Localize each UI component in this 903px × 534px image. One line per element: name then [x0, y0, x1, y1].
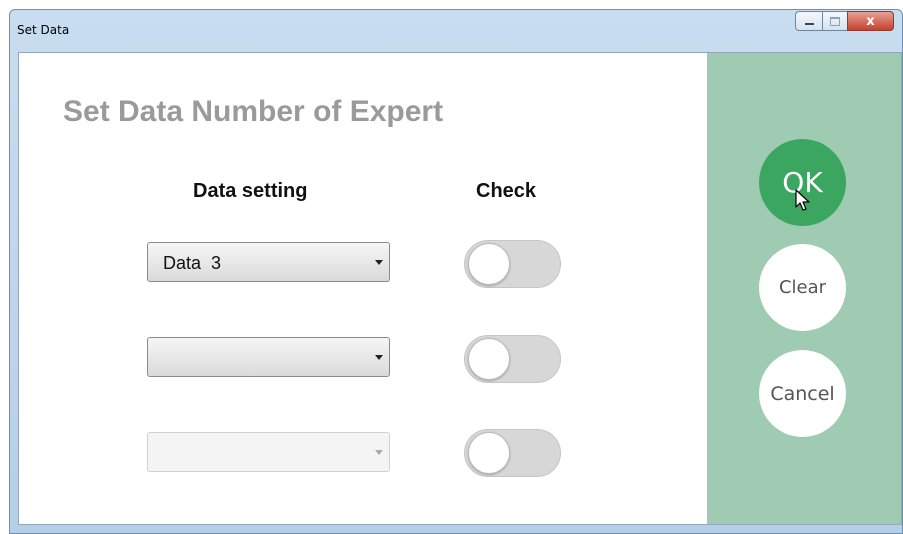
title-bar[interactable]: Set Data x — [10, 10, 902, 52]
toggle-knob — [468, 243, 510, 285]
toggle-knob — [468, 338, 510, 380]
minimize-button[interactable] — [795, 11, 822, 31]
data-setting-header: Data setting — [193, 180, 308, 202]
data-combo-2[interactable] — [147, 337, 390, 377]
dropdown-arrow-icon — [375, 355, 383, 360]
check-toggle-1[interactable] — [464, 240, 561, 288]
close-button[interactable]: x — [847, 11, 894, 31]
set-data-window: Set Data x Set Data Number of Expert Dat… — [9, 9, 903, 534]
main-panel: Set Data Number of Expert Data setting C… — [19, 53, 707, 524]
check-toggle-2[interactable] — [464, 335, 561, 383]
toggle-knob — [468, 432, 510, 474]
action-sidebar: OK Clear Cancel — [707, 53, 901, 524]
caption-buttons: x — [795, 11, 894, 31]
cancel-button[interactable]: Cancel — [759, 350, 846, 437]
window-title: Set Data — [17, 23, 70, 37]
dropdown-arrow-icon — [375, 260, 383, 265]
clear-button[interactable]: Clear — [759, 244, 846, 331]
minimize-icon — [804, 23, 814, 25]
close-icon: x — [866, 13, 875, 29]
data-combo-1-value: Data 3 — [163, 253, 222, 273]
maximize-button[interactable] — [822, 11, 847, 31]
client-area: Set Data Number of Expert Data setting C… — [18, 52, 902, 525]
check-toggle-3[interactable] — [464, 429, 561, 477]
data-combo-3 — [147, 432, 390, 472]
data-combo-1[interactable]: Data 3 — [147, 242, 390, 282]
dropdown-arrow-icon — [375, 450, 383, 455]
page-title: Set Data Number of Expert — [63, 95, 444, 128]
check-header: Check — [476, 180, 537, 202]
maximize-icon — [830, 16, 840, 26]
mouse-pointer-icon — [795, 189, 810, 211]
